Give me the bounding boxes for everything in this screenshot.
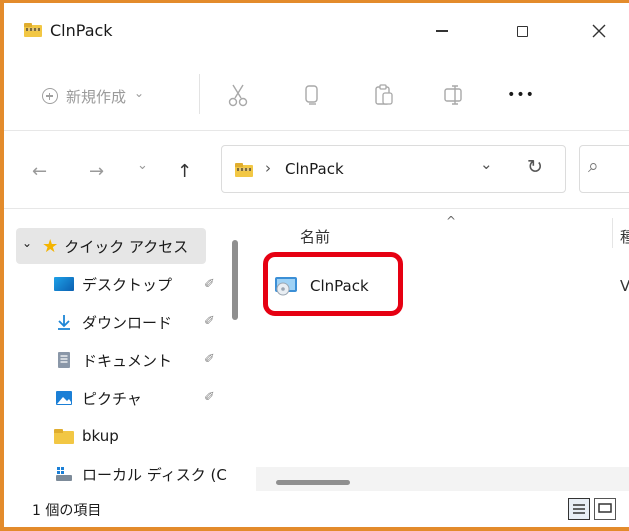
close-icon: [592, 24, 606, 38]
back-button[interactable]: ←: [32, 161, 47, 182]
minimize-icon: [436, 30, 448, 32]
breadcrumb-separator: ›: [265, 159, 271, 177]
sidebar-item-label: デスクトップ: [82, 275, 173, 294]
pin-icon: ✐: [204, 314, 215, 329]
item-count: 1 個の項目: [32, 503, 102, 519]
sidebar-item-label: ダウンロード: [82, 313, 173, 332]
sidebar-item-pictures[interactable]: ピクチャ: [54, 380, 142, 416]
navigation-pane: ⌄ ★ クイック アクセス デスクトップ ✐ ダウンロード ✐ ドキュメント ✐…: [4, 210, 242, 493]
paste-icon: [375, 84, 393, 105]
new-button[interactable]: 新規作成 ⌄: [42, 82, 144, 110]
search-box[interactable]: ⌕: [579, 145, 629, 193]
minimize-button[interactable]: [419, 13, 465, 49]
folder-icon: [54, 428, 74, 444]
sidebar-item-local-disk[interactable]: ローカル ディスク (C: [54, 456, 227, 492]
column-header-type-partial[interactable]: 種: [620, 226, 629, 247]
details-view-icon: [573, 504, 585, 514]
sidebar-item-label: ドキュメント: [82, 351, 173, 370]
tiles-view-button[interactable]: [594, 498, 616, 520]
address-bar[interactable]: › ClnPack ⌄ ↻: [221, 145, 566, 193]
more-options-button[interactable]: •••: [507, 83, 535, 107]
window-title: ClnPack: [50, 21, 113, 40]
address-row: ← → ⌄ ↑ › ClnPack ⌄ ↻ ⌕: [4, 131, 629, 209]
sidebar-item-label: ローカル ディスク (C: [82, 465, 227, 484]
sidebar-item-label: ピクチャ: [82, 389, 142, 408]
sidebar-item-documents[interactable]: ドキュメント: [54, 342, 172, 378]
picture-icon: [56, 391, 72, 405]
title-bar: ClnPack: [4, 3, 629, 58]
search-icon: ⌕: [588, 155, 599, 177]
sidebar-item-desktop[interactable]: デスクトップ: [54, 266, 172, 302]
command-bar: 新規作成 ⌄ •••: [4, 60, 629, 130]
rename-icon: [444, 85, 462, 105]
document-icon: [58, 352, 70, 368]
column-header-name[interactable]: 名前: [300, 226, 330, 247]
horizontal-scrollbar-thumb[interactable]: [276, 480, 350, 485]
rename-button[interactable]: [442, 83, 466, 107]
maximize-button[interactable]: [499, 13, 545, 49]
refresh-button[interactable]: ↻: [527, 156, 543, 178]
tiles-view-icon: [598, 503, 612, 513]
cut-button[interactable]: [226, 83, 250, 107]
forward-button[interactable]: →: [89, 161, 104, 182]
sidebar-item-bkup[interactable]: bkup: [54, 418, 119, 454]
breadcrumb-item[interactable]: ClnPack: [285, 160, 344, 178]
address-dropdown-button[interactable]: ⌄: [480, 155, 493, 173]
pin-icon: ✐: [204, 352, 215, 367]
close-button[interactable]: [576, 13, 622, 49]
copy-button[interactable]: [300, 83, 324, 107]
scissors-icon: [228, 84, 248, 107]
toolbar-divider: [199, 74, 200, 114]
sidebar-quick-access[interactable]: ⌄ ★ クイック アクセス: [16, 228, 206, 264]
highlight-box: [263, 252, 403, 316]
sort-indicator: ^: [446, 214, 457, 228]
more-icon: •••: [507, 87, 535, 103]
copy-icon: [305, 85, 318, 105]
maximize-icon: [516, 25, 528, 37]
pin-icon: ✐: [204, 277, 215, 292]
download-icon: [58, 315, 70, 330]
recent-locations-button[interactable]: ⌄: [137, 158, 148, 173]
sidebar-item-downloads[interactable]: ダウンロード: [54, 304, 172, 340]
sidebar-scrollbar-thumb[interactable]: [232, 240, 238, 320]
column-divider: [612, 218, 613, 248]
drive-icon: [56, 467, 72, 481]
chevron-down-icon: ⌄: [22, 236, 33, 250]
horizontal-scroll-track: [256, 467, 629, 491]
chevron-down-icon: ⌄: [134, 86, 145, 100]
details-view-button[interactable]: [568, 498, 590, 520]
up-button[interactable]: ↑: [177, 161, 192, 182]
zip-folder-icon: [235, 163, 253, 177]
status-bar: 1 個の項目: [4, 493, 629, 527]
paste-button[interactable]: [372, 83, 396, 107]
sidebar-item-label: bkup: [82, 427, 119, 445]
zip-folder-icon: [24, 23, 42, 37]
plus-circle-icon: [42, 88, 58, 104]
file-type-partial: V: [620, 277, 629, 295]
address-bottom-divider: [4, 208, 629, 209]
desktop-icon: [54, 277, 74, 291]
star-icon: ★: [42, 235, 59, 257]
new-button-label: 新規作成: [66, 87, 127, 106]
pin-icon: ✐: [204, 390, 215, 405]
sidebar-item-label: クイック アクセス: [64, 237, 189, 256]
